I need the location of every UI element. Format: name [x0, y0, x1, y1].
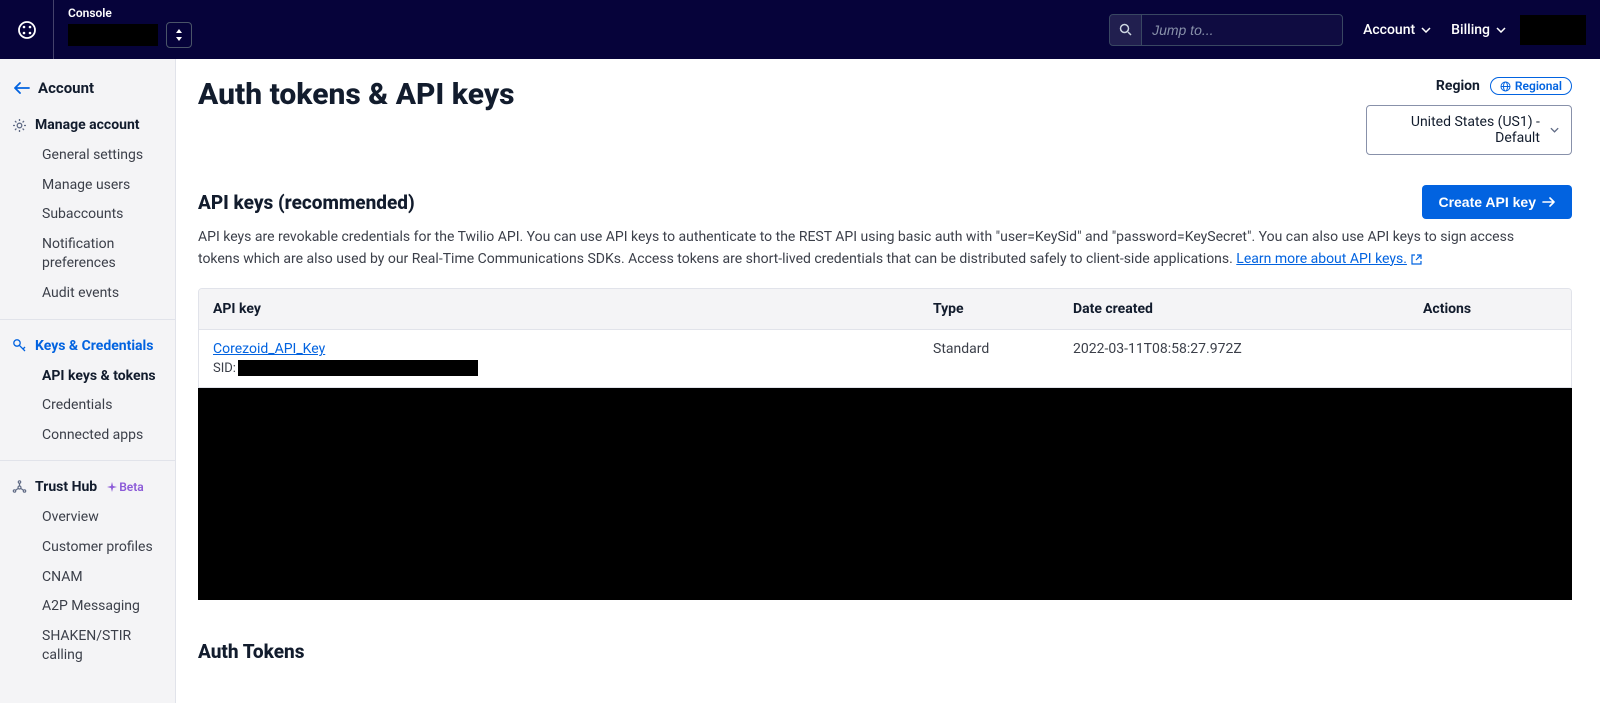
billing-menu-label: Billing [1451, 22, 1490, 38]
api-key-type: Standard [919, 330, 1059, 387]
api-key-actions [1409, 330, 1571, 387]
sidebar-section-keys-credentials[interactable]: Keys & Credentials [0, 330, 175, 362]
hub-icon [12, 480, 27, 495]
chevron-down-icon [1550, 127, 1559, 133]
col-api-key: API key [199, 289, 919, 329]
nav-redacted [1520, 15, 1586, 45]
page-title: Auth tokens & API keys [198, 77, 515, 112]
api-key-name-link: Corezoid_API_Key [213, 341, 325, 357]
back-label: Account [38, 79, 94, 97]
account-menu-label: Account [1363, 22, 1415, 38]
col-date: Date created [1059, 289, 1409, 329]
sidebar-item-a2p-messaging[interactable]: A2P Messaging [0, 592, 175, 622]
col-actions: Actions [1409, 289, 1571, 329]
sidebar-item-cnam[interactable]: CNAM [0, 563, 175, 593]
sid-redacted [238, 360, 478, 376]
search-icon [1110, 14, 1142, 46]
sidebar-item-credentials[interactable]: Credentials [0, 391, 175, 421]
table-row: Corezoid_API_Key SID: Standard 2022-03-1… [199, 330, 1571, 387]
sidebar-item-manage-users[interactable]: Manage users [0, 171, 175, 201]
account-switcher-button[interactable] [166, 22, 192, 48]
create-api-key-button[interactable]: Create API key [1422, 185, 1572, 219]
sidebar-item-overview[interactable]: Overview [0, 503, 175, 533]
sidebar-divider [0, 319, 175, 320]
sidebar-section-label: Manage account [35, 117, 140, 133]
chevron-down-icon [1496, 27, 1506, 33]
region-label: Region [1436, 78, 1480, 94]
sidebar-divider [0, 460, 175, 461]
sidebar-section-label: Keys & Credentials [35, 338, 153, 354]
region-select-value: United States (US1) - Default [1379, 114, 1540, 146]
sidebar-item-api-keys-tokens[interactable]: API keys & tokens [0, 362, 175, 392]
sidebar-item-general-settings[interactable]: General settings [0, 141, 175, 171]
gear-icon [12, 118, 27, 133]
auth-tokens-section-title: Auth Tokens [198, 640, 1572, 663]
api-key-date: 2022-03-11T08:58:27.972Z [1059, 330, 1409, 387]
sidebar-item-customer-profiles[interactable]: Customer profiles [0, 533, 175, 563]
arrow-right-icon [1542, 197, 1556, 207]
sid-prefix: SID: [213, 361, 236, 376]
api-keys-description: API keys are revokable credentials for t… [198, 227, 1528, 270]
beta-badge: Beta [107, 480, 144, 494]
regional-badge: Regional [1490, 77, 1572, 95]
globe-icon [1500, 81, 1511, 92]
sidebar-section-manage-account[interactable]: Manage account [0, 109, 175, 141]
api-keys-section-title: API keys (recommended) [198, 191, 415, 214]
sidebar-section-label: Trust Hub [35, 479, 97, 495]
col-type: Type [919, 289, 1059, 329]
billing-menu[interactable]: Billing [1451, 22, 1506, 38]
key-icon [12, 338, 27, 353]
table-header: API key Type Date created Actions [199, 289, 1571, 330]
top-navbar: Console Account Billing [0, 0, 1600, 59]
sidebar-item-connected-apps[interactable]: Connected apps [0, 421, 175, 451]
create-api-key-label: Create API key [1438, 194, 1536, 210]
sidebar-item-subaccounts[interactable]: Subaccounts [0, 200, 175, 230]
sidebar-item-shaken-stir[interactable]: SHAKEN/STIR calling [0, 622, 175, 671]
sidebar-section-trust-hub[interactable]: Trust Hub Beta [0, 471, 175, 503]
sparkle-icon [107, 482, 117, 492]
search-input[interactable] [1142, 22, 1342, 38]
sidebar-item-notification-preferences[interactable]: Notification preferences [0, 230, 175, 279]
account-menu[interactable]: Account [1363, 22, 1431, 38]
account-name-redacted [68, 24, 158, 46]
learn-more-link[interactable]: Learn more about API keys. [1236, 249, 1422, 271]
back-to-account[interactable]: Account [0, 73, 175, 109]
region-select[interactable]: United States (US1) - Default [1366, 105, 1572, 155]
api-keys-table: API key Type Date created Actions Corezo… [198, 288, 1572, 388]
external-link-icon [1411, 254, 1422, 265]
sidebar-item-audit-events[interactable]: Audit events [0, 279, 175, 309]
console-label: Console [68, 6, 192, 20]
sidebar: Account Manage account General settings … [0, 59, 176, 703]
arrow-left-icon [14, 82, 30, 94]
search-box[interactable] [1109, 14, 1343, 46]
chevron-down-icon [1421, 27, 1431, 33]
app-logo[interactable] [0, 0, 54, 59]
main-content: Auth tokens & API keys Region Regional U… [176, 59, 1600, 703]
content-redacted [198, 388, 1572, 600]
